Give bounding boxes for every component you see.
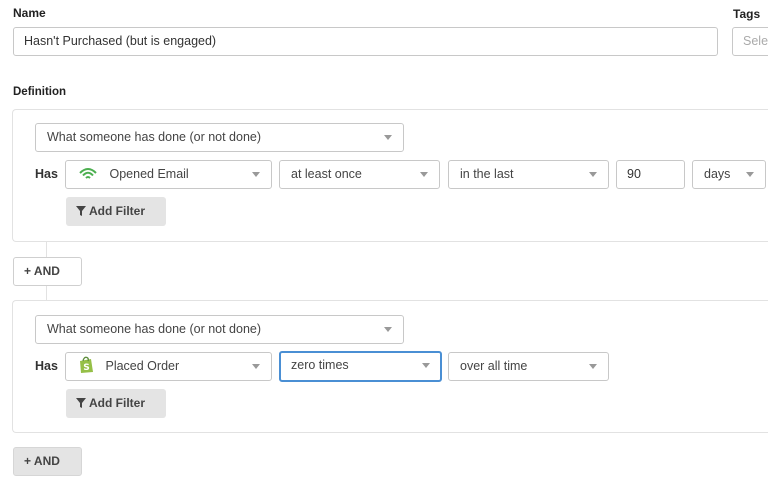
- connector-line: [46, 241, 47, 257]
- tags-label: Tags: [733, 7, 761, 21]
- frequency-value: at least once: [291, 167, 362, 181]
- connector-line: [46, 284, 47, 300]
- add-and-button[interactable]: + AND: [13, 447, 82, 476]
- filter-icon: [76, 397, 86, 408]
- frequency-select[interactable]: at least once: [279, 160, 440, 189]
- segment-name-input[interactable]: Hasn't Purchased (but is engaged): [13, 27, 718, 56]
- svg-text:S: S: [83, 363, 89, 373]
- timeframe-value: over all time: [460, 359, 528, 373]
- add-filter-button[interactable]: Add Filter: [66, 389, 166, 418]
- add-and-button[interactable]: + AND: [13, 257, 82, 286]
- condition-card-1: What someone has done (or not done) Has …: [12, 109, 768, 242]
- has-label: Has: [35, 167, 58, 181]
- add-filter-button[interactable]: Add Filter: [66, 197, 166, 226]
- has-label: Has: [35, 359, 58, 373]
- timeframe-value: in the last: [460, 167, 514, 181]
- chevron-down-icon: [384, 135, 392, 140]
- chevron-down-icon: [422, 363, 430, 368]
- chevron-down-icon: [746, 172, 754, 177]
- add-filter-label: Add Filter: [89, 396, 145, 410]
- metric-value: Placed Order: [105, 359, 180, 373]
- definition-label: Definition: [13, 86, 67, 98]
- unit-value: days: [704, 167, 731, 181]
- condition-type-value: What someone has done (or not done): [47, 130, 262, 144]
- timeframe-select[interactable]: in the last: [448, 160, 609, 189]
- condition-type-value: What someone has done (or not done): [47, 322, 262, 336]
- timeframe-select[interactable]: over all time: [448, 352, 609, 381]
- chevron-down-icon: [384, 327, 392, 332]
- condition-card-2: What someone has done (or not done) Has …: [12, 300, 768, 433]
- chevron-down-icon: [420, 172, 428, 177]
- condition-type-select[interactable]: What someone has done (or not done): [35, 315, 404, 344]
- chevron-down-icon: [589, 172, 597, 177]
- metric-select[interactable]: Opened Email: [65, 160, 272, 189]
- metric-value: Opened Email: [109, 167, 189, 181]
- chevron-down-icon: [252, 364, 260, 369]
- unit-select[interactable]: days: [692, 160, 766, 189]
- name-label: Name: [13, 6, 46, 20]
- condition-type-select[interactable]: What someone has done (or not done): [35, 123, 404, 152]
- email-signal-icon: [79, 168, 97, 179]
- frequency-value: zero times: [291, 358, 349, 372]
- tags-input[interactable]: Sele: [732, 27, 768, 56]
- chevron-down-icon: [252, 172, 260, 177]
- frequency-select[interactable]: zero times: [279, 351, 442, 382]
- metric-select[interactable]: S Placed Order: [65, 352, 272, 381]
- filter-icon: [76, 205, 86, 216]
- shopify-icon: S: [80, 356, 93, 374]
- add-filter-label: Add Filter: [89, 204, 145, 218]
- amount-input[interactable]: 90: [616, 160, 685, 189]
- chevron-down-icon: [589, 364, 597, 369]
